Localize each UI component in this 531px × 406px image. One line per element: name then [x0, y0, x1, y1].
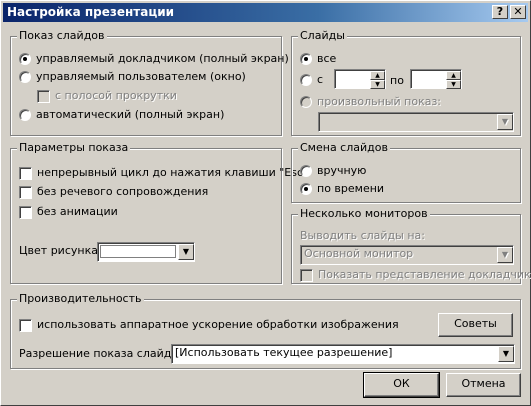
check-no-animation-label: без анимации: [37, 205, 118, 218]
from-slide-spinner[interactable]: ▲ ▼: [370, 71, 385, 89]
radio-individual[interactable]: управляемый пользователем (окно): [19, 70, 246, 84]
advance-legend: Смена слайдов: [298, 141, 390, 155]
check-hw-accel-label: использовать аппаратное ускорение обрабо…: [37, 318, 399, 331]
show-options-group: Параметры показа непрерывный цикл до наж…: [10, 141, 308, 284]
check-no-narration-box[interactable]: [19, 185, 32, 199]
resolution-label: Разрешение показа слайдов:: [19, 347, 189, 360]
display-on-label: Выводить слайды на:: [300, 229, 425, 242]
check-no-narration-label: без речевого сопровождения: [37, 185, 209, 198]
chevron-down-icon: ▼: [501, 117, 509, 126]
close-button[interactable]: ✕: [510, 5, 526, 19]
dialog-title: Настройка презентации: [7, 5, 175, 19]
check-loop-box[interactable]: [19, 166, 32, 180]
radio-all-label: все: [317, 52, 337, 65]
from-down-icon[interactable]: ▼: [370, 80, 385, 89]
check-presenter-view-box[interactable]: [300, 268, 313, 282]
radio-manual-label: вручную: [317, 164, 367, 177]
display-on-select[interactable]: Основной монитор: [300, 245, 514, 265]
radio-presenter[interactable]: управляемый докладчиком (полный экран): [19, 52, 289, 66]
pen-color-dropdown[interactable]: ▼: [178, 244, 194, 260]
help-button[interactable]: ?: [492, 5, 508, 19]
check-loop[interactable]: непрерывный цикл до нажатия клавиши "Esc…: [19, 166, 308, 180]
help-icon: ?: [496, 5, 504, 18]
setup-show-dialog: Настройка презентации ? ✕ Показ слайдов …: [0, 0, 531, 406]
slides-group: Слайды все с ▲ ▼ по ▲ ▼ произвольный пок…: [291, 29, 521, 136]
custom-show-select[interactable]: [318, 112, 514, 132]
check-no-animation[interactable]: без анимации: [19, 205, 118, 219]
radio-custom-label: произвольный показ:: [317, 95, 442, 108]
chevron-down-icon: ▼: [502, 349, 510, 358]
pen-color-swatch: [100, 245, 176, 258]
performance-legend: Производительность: [17, 292, 144, 306]
ok-button[interactable]: ОК: [363, 372, 440, 398]
radio-presenter-label: управляемый докладчиком (полный экран): [36, 52, 289, 65]
radio-custom-indicator[interactable]: [300, 96, 312, 108]
check-hw-accel[interactable]: использовать аппаратное ускорение обрабо…: [19, 318, 399, 332]
to-slide-spinner[interactable]: ▲ ▼: [446, 71, 461, 89]
radio-range-label: с: [317, 73, 324, 86]
radio-kiosk-label: автоматический (полный экран): [36, 108, 225, 121]
radio-custom-show[interactable]: произвольный показ:: [300, 95, 441, 109]
tips-button[interactable]: Советы: [438, 313, 513, 337]
check-no-narration[interactable]: без речевого сопровождения: [19, 185, 208, 199]
advance-slides-group: Смена слайдов вручную по времени: [291, 141, 521, 203]
check-scrollbar[interactable]: с полосой прокрутки: [37, 89, 177, 103]
check-scrollbar-box[interactable]: [37, 89, 50, 103]
radio-manual-indicator[interactable]: [300, 165, 312, 177]
chevron-down-icon: ▼: [501, 250, 509, 259]
radio-timings-indicator[interactable]: [300, 183, 312, 195]
radio-all-indicator[interactable]: [300, 53, 312, 65]
pen-color-label: Цвет рисунка:: [19, 244, 102, 257]
check-scrollbar-label: с полосой прокрутки: [55, 89, 177, 102]
from-up-icon[interactable]: ▲: [370, 71, 385, 80]
resolution-select[interactable]: [Использовать текущее разрешение]: [171, 344, 515, 364]
display-on-dropdown[interactable]: ▼: [497, 247, 513, 263]
resolution-dropdown[interactable]: ▼: [498, 346, 514, 362]
check-loop-label: непрерывный цикл до нажатия клавиши "Esc…: [37, 166, 309, 179]
slides-legend: Слайды: [298, 29, 347, 43]
check-presenter-view-label: Показать представление докладчика: [318, 268, 531, 281]
resolution-value: [Использовать текущее разрешение]: [175, 346, 393, 359]
radio-individual-indicator[interactable]: [19, 71, 31, 83]
monitors-group: Несколько мониторов Выводить слайды на: …: [291, 207, 531, 284]
radio-timings[interactable]: по времени: [300, 182, 384, 196]
to-down-icon[interactable]: ▼: [446, 80, 461, 89]
check-presenter-view[interactable]: Показать представление докладчика: [300, 268, 531, 282]
radio-all-slides[interactable]: все: [300, 52, 336, 66]
to-up-icon[interactable]: ▲: [446, 71, 461, 80]
radio-individual-label: управляемый пользователем (окно): [36, 70, 246, 83]
cancel-button[interactable]: Отмена: [446, 373, 521, 397]
show-options-legend: Параметры показа: [17, 141, 131, 155]
radio-kiosk[interactable]: автоматический (полный экран): [19, 108, 224, 122]
radio-kiosk-indicator[interactable]: [19, 109, 31, 121]
radio-range[interactable]: с: [300, 73, 323, 87]
close-icon: ✕: [513, 5, 523, 18]
check-hw-accel-box[interactable]: [19, 318, 32, 332]
check-no-animation-box[interactable]: [19, 205, 32, 219]
custom-show-dropdown[interactable]: ▼: [497, 114, 513, 130]
display-on-value: Основной монитор: [304, 247, 414, 260]
chevron-down-icon: ▼: [182, 247, 190, 256]
title-bar[interactable]: Настройка презентации ? ✕: [3, 3, 528, 22]
radio-presenter-indicator[interactable]: [19, 53, 31, 65]
radio-range-indicator[interactable]: [300, 74, 312, 86]
monitors-legend: Несколько мониторов: [298, 207, 430, 221]
show-type-group: Показ слайдов управляемый докладчиком (п…: [10, 29, 289, 136]
performance-group: Производительность использовать аппаратн…: [10, 292, 521, 369]
to-label: по: [390, 74, 404, 87]
radio-timings-label: по времени: [317, 182, 385, 195]
radio-manual[interactable]: вручную: [300, 164, 366, 178]
show-type-legend: Показ слайдов: [17, 29, 107, 43]
